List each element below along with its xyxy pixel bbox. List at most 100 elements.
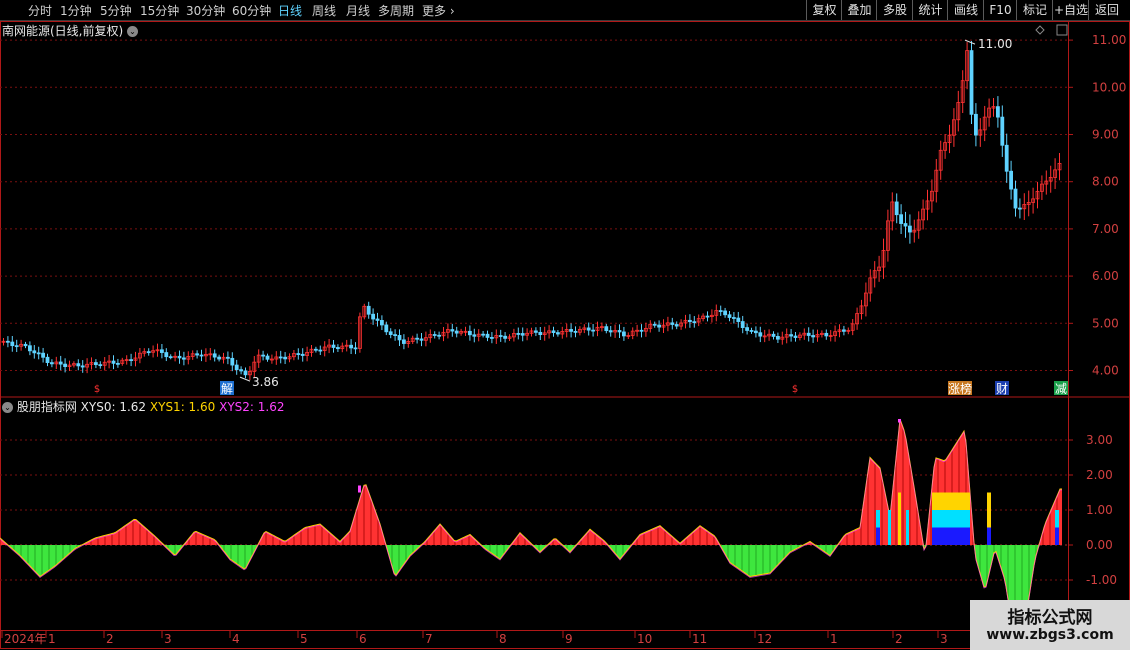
chevron-down-icon[interactable]: ⌄	[2, 402, 13, 413]
candle-body	[736, 317, 741, 322]
candle-body	[379, 320, 384, 326]
candle-body	[80, 365, 85, 368]
price-axis-label: 4.00	[1092, 364, 1119, 378]
time-axis-label: 1	[830, 632, 838, 646]
candle-body	[401, 339, 406, 344]
period-tab-10[interactable]: 更多 ›	[422, 2, 455, 19]
candle-body	[842, 329, 846, 332]
candle-body	[771, 333, 776, 337]
candle-body	[129, 359, 134, 362]
toolbar-button-7[interactable]: +自选	[1052, 0, 1089, 20]
candle-body	[586, 327, 591, 331]
candle-body	[740, 321, 745, 329]
candle-body	[652, 323, 657, 326]
candle-body	[450, 329, 455, 332]
time-axis-label: 4	[232, 632, 240, 646]
candle-body	[1013, 188, 1018, 209]
toolbar-button-5[interactable]: F10	[983, 0, 1017, 20]
candle-body	[313, 348, 318, 351]
candle-body	[296, 353, 301, 355]
indicator-axis-label: 2.00	[1086, 468, 1113, 482]
candle-body	[908, 225, 912, 233]
time-axis-label: 7	[425, 632, 433, 646]
candle-body	[98, 364, 103, 367]
candle-body	[419, 338, 424, 341]
toolbar-button-1[interactable]: 叠加	[841, 0, 877, 20]
price-axis-label: 10.00	[1092, 80, 1126, 94]
price-axis-label: 11.00	[1092, 33, 1126, 47]
period-tab-9[interactable]: 多周期	[378, 2, 414, 19]
toolbar-button-4[interactable]: 画线	[947, 0, 984, 20]
toolbar-button-8[interactable]: 返回	[1088, 0, 1125, 20]
xys1-label: XYS1: 1.60	[149, 400, 216, 414]
toolbar-button-0[interactable]: 复权	[806, 0, 842, 20]
toolbar-button-2[interactable]: 多股	[876, 0, 913, 20]
candle-body	[217, 356, 222, 360]
candle-body	[10, 341, 15, 347]
signal-block-yellow	[898, 492, 901, 545]
price-axis-label: 6.00	[1092, 269, 1119, 283]
time-axis-label: 12	[757, 632, 772, 646]
candle-body	[239, 369, 244, 372]
candle-body	[225, 356, 230, 359]
candle-body	[111, 360, 116, 364]
candle-body	[384, 324, 389, 333]
candle-body	[146, 351, 151, 354]
candle-body	[718, 310, 723, 312]
candle-body	[556, 332, 560, 335]
low-price-label: 3.86	[252, 375, 279, 389]
high-price-label: 11.00	[978, 37, 1012, 51]
period-tab-1[interactable]: 1分钟	[60, 2, 92, 19]
time-axis-label: 2	[895, 632, 903, 646]
signal-block-yellow	[932, 492, 970, 510]
candle-body	[608, 330, 613, 333]
candle-body	[432, 334, 437, 336]
time-axis-label: 8	[499, 632, 507, 646]
candle-body	[300, 353, 305, 356]
candle-body	[388, 331, 393, 336]
candle-body	[591, 329, 595, 332]
period-tab-3[interactable]: 15分钟	[140, 2, 179, 19]
candle-body	[318, 349, 323, 352]
toolbar-button-3[interactable]: 统计	[912, 0, 948, 20]
time-axis-label: 2024年	[4, 632, 47, 646]
candle-body	[335, 347, 340, 350]
candle-body	[27, 345, 32, 352]
indicator-name: 股朋指标网	[16, 400, 77, 414]
period-tab-5[interactable]: 60分钟	[232, 2, 271, 19]
candle-body	[265, 355, 270, 360]
candle-body	[278, 356, 283, 359]
period-tab-2[interactable]: 5分钟	[100, 2, 132, 19]
candle-body	[793, 335, 798, 338]
period-tab-7[interactable]: 周线	[312, 2, 336, 19]
candle-body	[177, 355, 182, 359]
time-axis-label: 3	[164, 632, 172, 646]
period-tab-8[interactable]: 月线	[346, 2, 370, 19]
candle-body	[212, 353, 217, 358]
indicator-axis-label: -1.00	[1086, 573, 1117, 587]
price-axis-label: 8.00	[1092, 175, 1119, 189]
price-chart-title: 南网能源(日线,前复权) ⌄	[2, 22, 139, 39]
candle-body	[573, 330, 578, 333]
signal-block-cyan	[932, 510, 970, 528]
candle-body	[489, 337, 494, 339]
period-tab-4[interactable]: 30分钟	[186, 2, 225, 19]
chart-canvas: 11.0010.009.008.007.006.005.004.003.002.…	[0, 21, 1130, 649]
candle-body	[639, 329, 644, 332]
indicator-axis-label: 3.00	[1086, 433, 1113, 447]
toolbar-button-6[interactable]: 标记	[1016, 0, 1053, 20]
candle-body	[261, 354, 266, 357]
candle-body	[520, 333, 525, 336]
chevron-down-icon[interactable]: ⌄	[127, 26, 139, 37]
candle-body	[195, 353, 200, 356]
candle-body	[674, 324, 679, 327]
candle-body	[375, 318, 380, 321]
candle-body	[331, 344, 336, 348]
period-tab-6[interactable]: 日线	[278, 2, 302, 19]
candle-body	[393, 334, 398, 337]
candle-body	[538, 331, 543, 336]
candle-body	[181, 357, 186, 360]
candle-body	[1004, 144, 1009, 172]
watermark-title: 指标公式网	[1007, 608, 1093, 628]
period-tab-0[interactable]: 分时	[28, 2, 52, 19]
